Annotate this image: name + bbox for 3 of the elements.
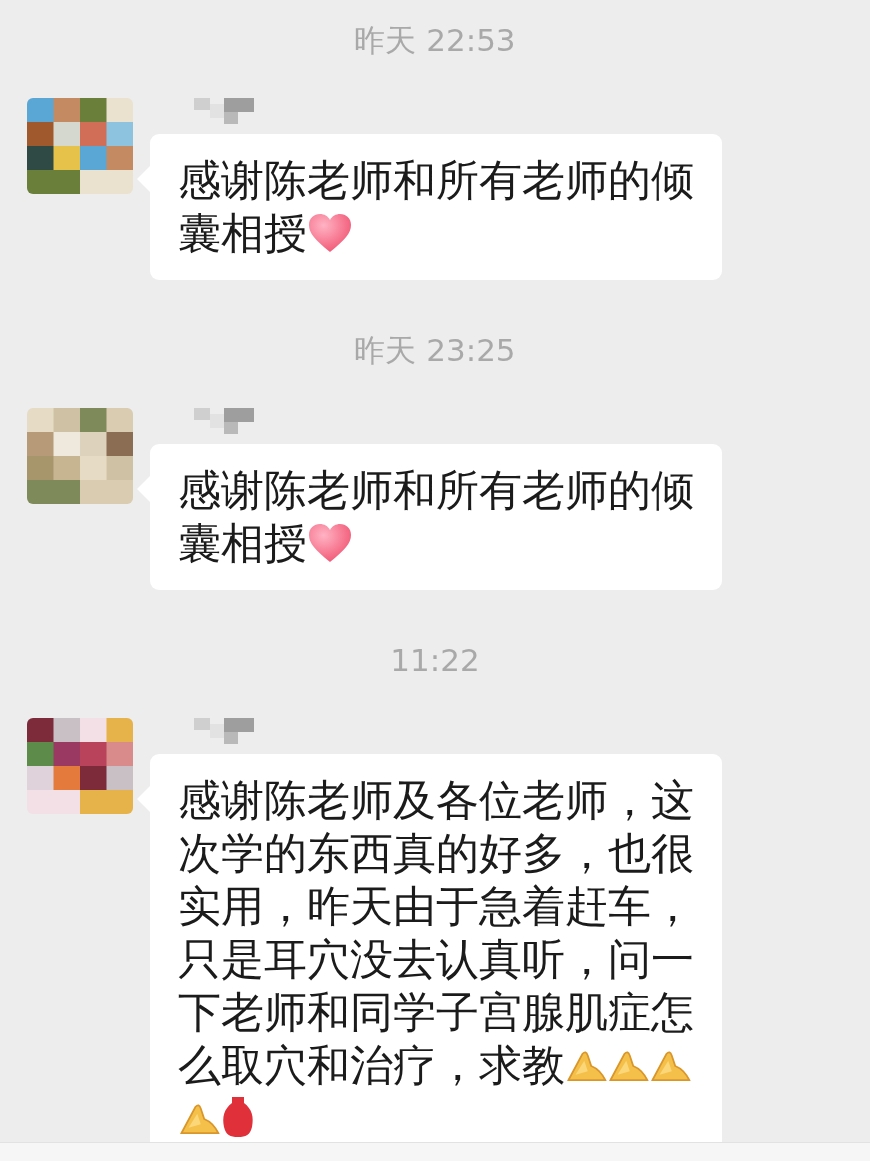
timestamp: 昨天 22:53 [354,22,516,58]
timestamp: 11:22 [390,642,480,678]
timestamp: 昨天 23:25 [354,332,516,368]
